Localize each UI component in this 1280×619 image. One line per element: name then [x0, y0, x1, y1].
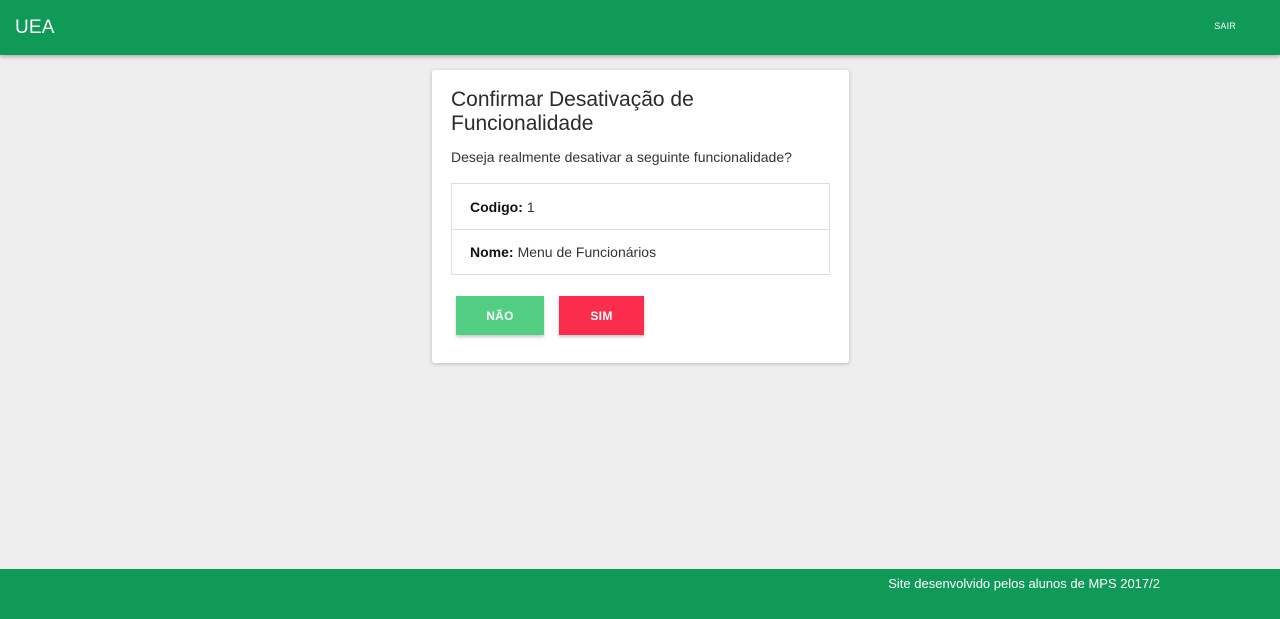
footer-text: Site desenvolvido pelos alunos de MPS 20…	[888, 576, 1160, 591]
name-value: Menu de Funcionários	[517, 244, 657, 260]
logout-link[interactable]: SAIR	[1214, 21, 1236, 31]
dialog-actions: NÃO SIM	[451, 296, 830, 335]
name-label: Nome:	[470, 244, 514, 260]
page-footer: Site desenvolvido pelos alunos de MPS 20…	[0, 569, 1280, 619]
brand-link[interactable]: UEA	[15, 17, 55, 39]
card-title: Confirmar Desativação de Funcionalidade	[451, 88, 694, 135]
yes-button[interactable]: SIM	[559, 296, 644, 335]
code-value: 1	[526, 198, 535, 215]
detail-row-code: Codigo: 1	[452, 184, 829, 229]
confirm-deactivation-card: Confirmar Desativação de Funcionalidade …	[432, 70, 849, 363]
no-button[interactable]: NÃO	[456, 296, 544, 335]
code-label: Codigo:	[470, 198, 523, 215]
top-navbar: UEA SAIR	[0, 0, 1280, 55]
confirm-message: Deseja realmente desativar a seguinte fu…	[451, 149, 792, 165]
details-list: Codigo: 1 Nome: Menu de Funcionários	[451, 183, 830, 275]
detail-row-name: Nome: Menu de Funcionários	[452, 229, 829, 274]
